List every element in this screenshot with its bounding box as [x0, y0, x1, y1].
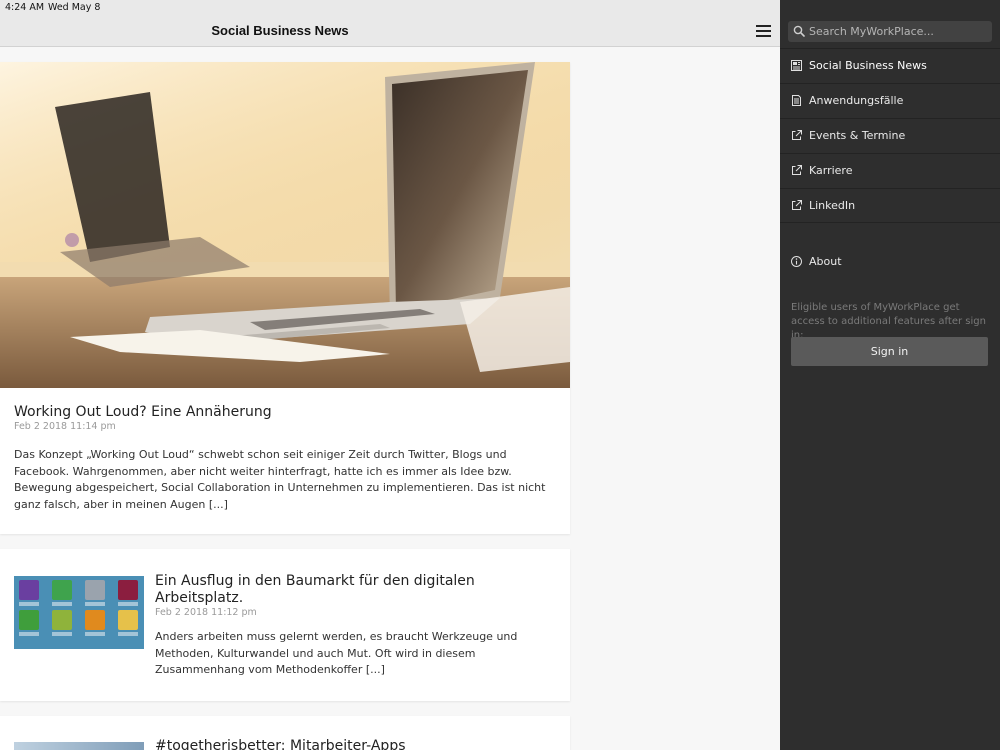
post-title[interactable]: Ein Ausflug in den Baumarkt für den digi…: [155, 573, 535, 607]
sidebar-item-label: Events & Termine: [809, 129, 906, 142]
info-icon: [791, 256, 802, 267]
sidebar-item-label: Social Business News: [809, 59, 927, 72]
sidebar-item-anwendungsfaelle[interactable]: Anwendungsfälle: [780, 83, 1000, 118]
post-title[interactable]: Working Out Loud? Eine Annäherung: [14, 404, 272, 420]
sidebar-item-about[interactable]: About: [780, 252, 1000, 276]
external-link-icon: [792, 165, 802, 175]
status-bar: 4:24 AM Wed May 8: [0, 0, 1000, 14]
news-card[interactable]: Working Out Loud? Eine Annäherung Feb 2 …: [0, 62, 570, 534]
post-title[interactable]: #togetherisbetter: Mitarbeiter-Apps: [155, 738, 406, 750]
sidebar-item-social-business-news[interactable]: Social Business News: [780, 48, 1000, 83]
status-time: 4:24 AM: [5, 2, 45, 13]
sidebar-menu: Social Business News Anwendungsfälle Eve…: [780, 48, 1000, 223]
sidebar-item-label: Karriere: [809, 164, 853, 177]
post-excerpt: Das Konzept „Working Out Loud“ schwebt s…: [14, 448, 546, 511]
sidebar-item-events-termine[interactable]: Events & Termine: [780, 118, 1000, 153]
news-card[interactable]: #togetherisbetter: Mitarbeiter-Apps: [0, 716, 570, 750]
newspaper-icon: [791, 60, 802, 71]
news-feed[interactable]: Working Out Loud? Eine Annäherung Feb 2 …: [0, 47, 780, 750]
post-thumbnail[interactable]: [14, 742, 144, 750]
post-thumbnail[interactable]: [14, 576, 144, 649]
sidebar-item-karriere[interactable]: Karriere: [780, 153, 1000, 188]
search-icon: [793, 25, 805, 37]
status-date: Wed May 8: [48, 2, 101, 13]
menu-icon[interactable]: [756, 25, 771, 37]
sign-in-button[interactable]: Sign in: [791, 337, 988, 366]
search-box[interactable]: [788, 21, 992, 42]
sidebar-item-linkedin[interactable]: LinkedIn: [780, 188, 1000, 223]
external-link-icon: [792, 200, 802, 210]
page-title: Social Business News: [211, 23, 349, 38]
post-excerpt: Anders arbeiten muss gelernt werden, es …: [155, 630, 518, 676]
post-date: Feb 2 2018 11:14 pm: [14, 421, 116, 432]
search-input[interactable]: [809, 22, 989, 41]
sidebar-item-label: About: [809, 255, 842, 268]
document-icon: [792, 95, 801, 106]
news-card[interactable]: Ein Ausflug in den Baumarkt für den digi…: [0, 549, 570, 701]
external-link-icon: [792, 130, 802, 140]
post-hero-image[interactable]: [0, 62, 570, 388]
post-date: Feb 2 2018 11:12 pm: [155, 607, 257, 618]
sidebar: Social Business News Anwendungsfälle Eve…: [780, 0, 1000, 750]
sidebar-item-label: Anwendungsfälle: [809, 94, 904, 107]
sidebar-item-label: LinkedIn: [809, 199, 856, 212]
main-app: Social Business News Working Out Loud? E…: [0, 0, 780, 750]
